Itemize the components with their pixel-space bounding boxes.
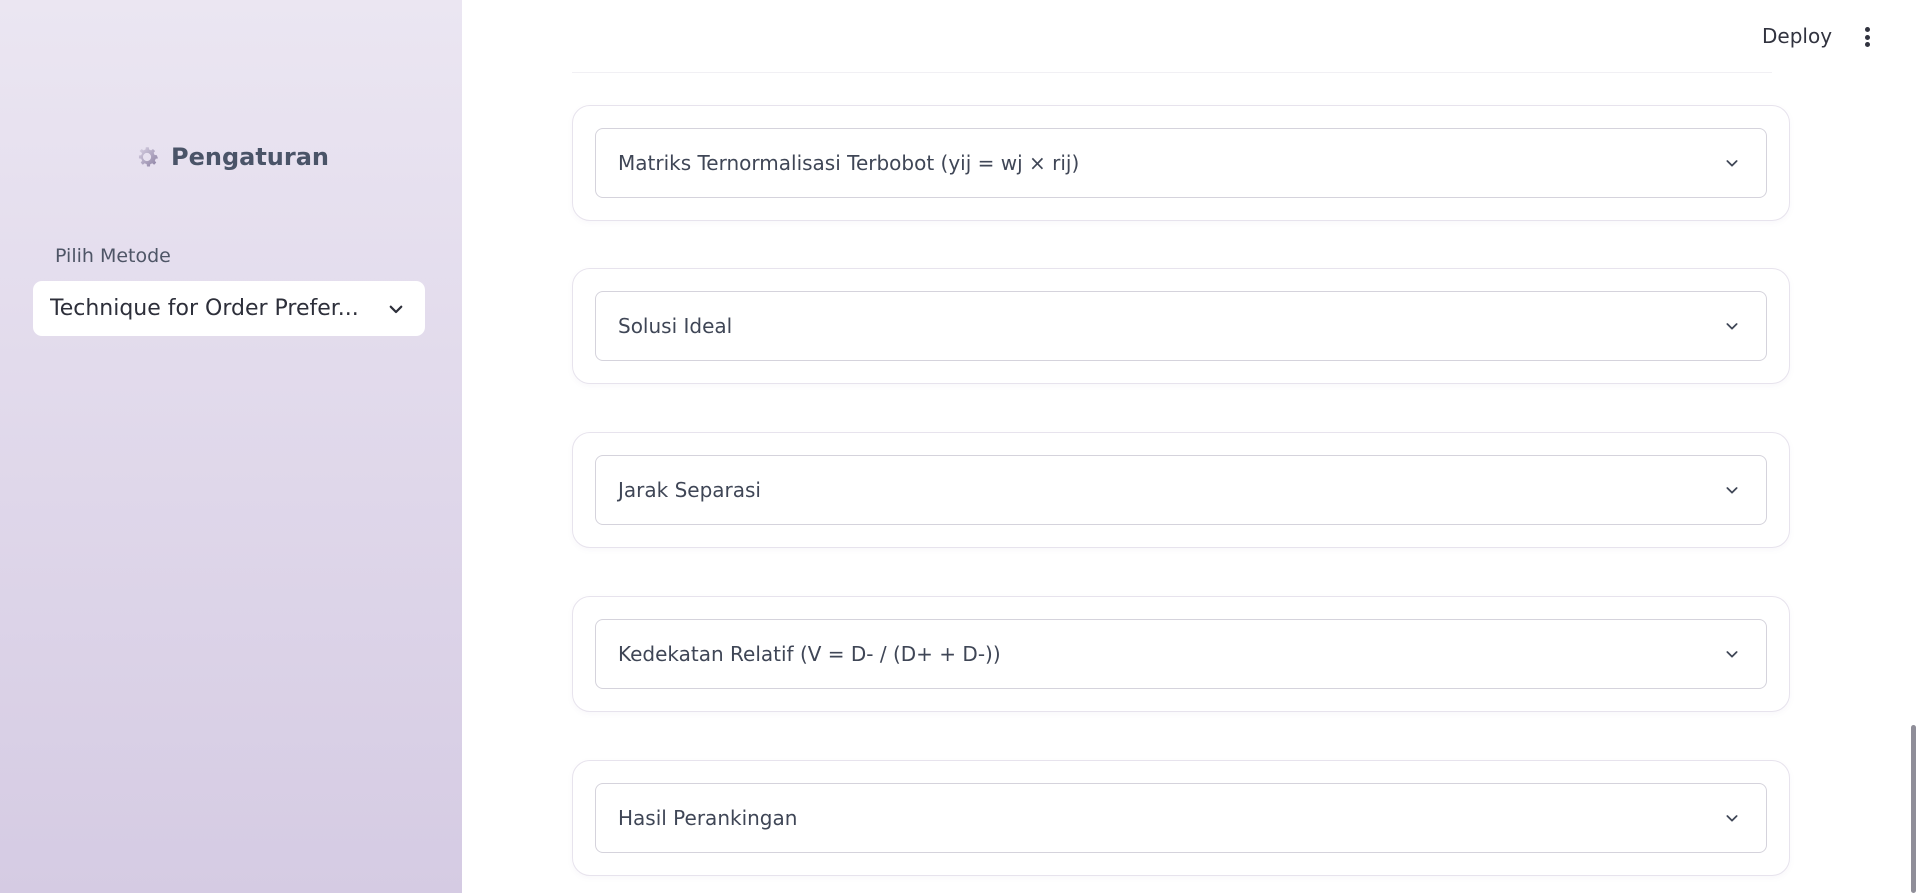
divider — [572, 72, 1772, 73]
chevron-down-icon — [1726, 160, 1738, 167]
deploy-button[interactable]: Deploy — [1762, 24, 1832, 48]
scrollbar-thumb[interactable] — [1911, 725, 1916, 893]
gear-icon — [138, 147, 158, 167]
chevron-down-icon — [1726, 651, 1738, 658]
method-select[interactable]: Technique for Order Prefer... — [33, 281, 425, 336]
method-select-value: Technique for Order Prefer... — [50, 296, 359, 321]
expander-separation-distance[interactable]: Jarak Separasi — [595, 455, 1767, 525]
sidebar-title: Pengaturan — [0, 143, 462, 171]
expander-relative-closeness[interactable]: Kedekatan Relatif (V = D- / (D+ + D-)) — [595, 619, 1767, 689]
section-card-separation-distance: Jarak Separasi — [572, 432, 1790, 548]
chevron-down-icon — [1726, 323, 1738, 330]
expander-label: Matriks Ternormalisasi Terbobot (yij = w… — [618, 151, 1080, 175]
kebab-menu-icon[interactable] — [1860, 24, 1874, 50]
sidebar-title-text: Pengaturan — [170, 143, 329, 171]
chevron-down-icon — [1726, 815, 1738, 822]
section-card-ideal-solution: Solusi Ideal — [572, 268, 1790, 384]
chevron-down-icon — [389, 305, 403, 313]
section-card-weighted-matrix: Matriks Ternormalisasi Terbobot (yij = w… — [572, 105, 1790, 221]
expander-label: Jarak Separasi — [618, 478, 761, 502]
expander-label: Kedekatan Relatif (V = D- / (D+ + D-)) — [618, 642, 1001, 666]
expander-label: Hasil Perankingan — [618, 806, 798, 830]
chevron-down-icon — [1726, 487, 1738, 494]
expander-weighted-matrix[interactable]: Matriks Ternormalisasi Terbobot (yij = w… — [595, 128, 1767, 198]
sidebar: Pengaturan Pilih Metode Technique for Or… — [0, 0, 462, 893]
expander-ideal-solution[interactable]: Solusi Ideal — [595, 291, 1767, 361]
expander-label: Solusi Ideal — [618, 314, 733, 338]
section-card-ranking-result: Hasil Perankingan — [572, 760, 1790, 876]
expander-ranking-result[interactable]: Hasil Perankingan — [595, 783, 1767, 853]
section-card-relative-closeness: Kedekatan Relatif (V = D- / (D+ + D-)) — [572, 596, 1790, 712]
method-select-label: Pilih Metode — [55, 245, 171, 267]
